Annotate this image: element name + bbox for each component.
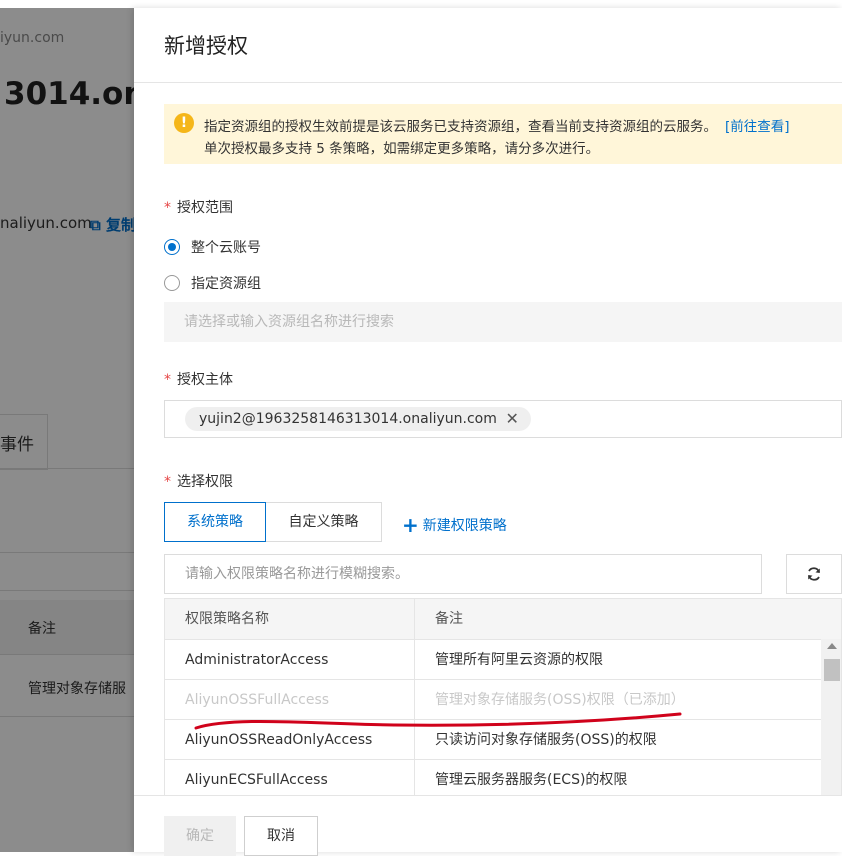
column-header-name: 权限策略名称	[165, 599, 415, 639]
new-policy-button[interactable]: + 新建权限策略	[402, 513, 507, 537]
radio-unchecked-icon	[164, 275, 180, 291]
tab-system-policy[interactable]: 系统策略	[164, 502, 266, 542]
view-supported-link[interactable]: [前往查看]	[725, 119, 790, 135]
scroll-up-icon[interactable]	[827, 643, 837, 649]
principal-tag: yujin2@1963258146313014.onaliyun.com ✕	[185, 407, 531, 431]
table-scrollbar[interactable]	[821, 639, 841, 796]
table-row[interactable]: AdministratorAccess 管理所有阿里云资源的权限	[165, 639, 821, 680]
radio-resource-group[interactable]: 指定资源组	[164, 273, 261, 293]
principal-label: * 授权主体	[164, 372, 233, 388]
cancel-button[interactable]: 取消	[244, 816, 318, 856]
table-row[interactable]: AliyunOSSReadOnlyAccess 只读访问对象存储服务(OSS)的…	[165, 719, 821, 760]
notice-line1: 指定资源组的授权生效前提是该云服务已支持资源组，查看当前支持资源组的云服务。 [前…	[204, 119, 790, 135]
scroll-thumb[interactable]	[824, 659, 840, 681]
notice-line2: 单次授权最多支持 5 条策略，如需绑定更多策略，请分多次进行。	[204, 141, 600, 157]
policy-name: AliyunOSSFullAccess	[165, 680, 415, 720]
notice-banner: ! 指定资源组的授权生效前提是该云服务已支持资源组，查看当前支持资源组的云服务。…	[164, 104, 842, 164]
top-strip	[0, 0, 842, 8]
policy-note: 管理云服务器服务(ECS)的权限	[435, 772, 628, 788]
confirm-button[interactable]: 确定	[164, 816, 236, 856]
permissions-label: * 选择权限	[164, 474, 233, 490]
policy-name: AliyunOSSReadOnlyAccess	[165, 720, 415, 760]
column-header-note: 备注	[435, 611, 463, 627]
warning-icon: !	[174, 113, 194, 133]
plus-icon: +	[402, 513, 419, 537]
policy-table: 权限策略名称 备注 AdministratorAccess 管理所有阿里云资源的…	[164, 598, 842, 796]
table-header: 权限策略名称 备注	[165, 599, 841, 639]
resource-group-input[interactable]: 请选择或输入资源组名称进行搜索	[164, 302, 842, 342]
principal-input[interactable]: yujin2@1963258146313014.onaliyun.com ✕	[164, 400, 842, 438]
add-authorization-drawer: 新增授权 ! 指定资源组的授权生效前提是该云服务已支持资源组，查看当前支持资源组…	[134, 8, 842, 856]
table-row[interactable]: AliyunECSFullAccess 管理云服务器服务(ECS)的权限	[165, 759, 821, 796]
tab-custom-policy[interactable]: 自定义策略	[266, 502, 382, 542]
policy-note: 管理所有阿里云资源的权限	[435, 652, 603, 668]
table-row: AliyunOSSFullAccess 管理对象存储服务(OSS)权限（已添加）	[165, 679, 821, 720]
scope-label: * 授权范围	[164, 200, 233, 216]
drawer-title: 新增授权	[164, 34, 248, 58]
policy-search-input[interactable]: 请输入权限策略名称进行模糊搜索。	[164, 554, 762, 594]
policy-note: 只读访问对象存储服务(OSS)的权限	[435, 732, 657, 748]
footer-divider	[134, 795, 842, 796]
radio-checked-icon	[164, 239, 180, 255]
policy-name: AliyunECSFullAccess	[165, 760, 415, 796]
radio-whole-account[interactable]: 整个云账号	[164, 237, 261, 257]
modal-overlay[interactable]	[0, 8, 134, 852]
policy-name: AdministratorAccess	[165, 640, 415, 680]
refresh-button[interactable]	[786, 554, 842, 594]
title-divider	[134, 82, 842, 83]
close-icon[interactable]: ✕	[505, 407, 518, 431]
policy-note: 管理对象存储服务(OSS)权限（已添加）	[435, 692, 685, 708]
refresh-icon	[808, 567, 820, 581]
